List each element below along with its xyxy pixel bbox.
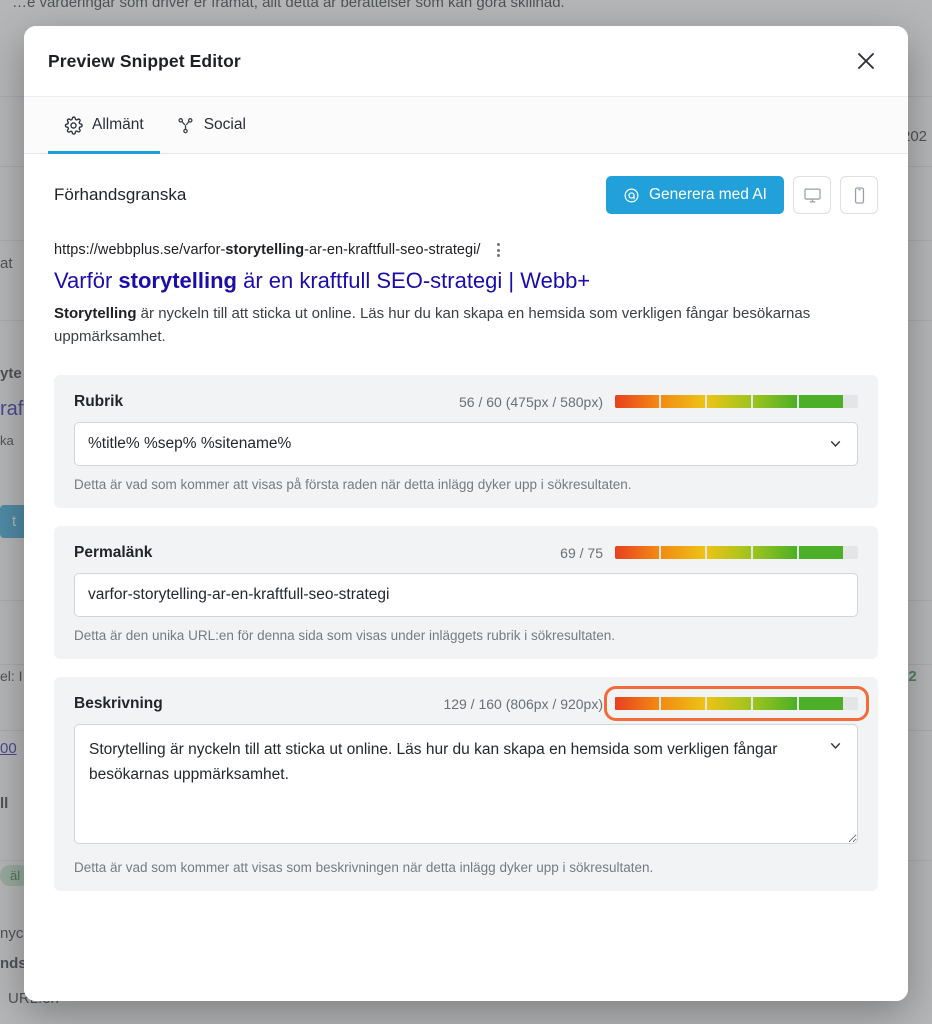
- snippet-url-suffix: -ar-en-kraftfull-seo-strategi/: [304, 242, 481, 258]
- score-segment: [799, 546, 843, 560]
- page-title: Preview Snippet Editor: [48, 50, 241, 71]
- snippet-url-row: https://webbplus.se/varfor-storytelling-…: [54, 240, 878, 260]
- generate-with-ai-label: Generera med AI: [648, 186, 767, 203]
- score-segment: [615, 546, 659, 560]
- snippet-description: Storytelling är nyckeln till att sticka …: [54, 302, 844, 349]
- score-segment: [615, 697, 659, 711]
- preview-header-row: Förhandsgranska Generera med AI: [54, 176, 878, 214]
- score-segment-empty: [845, 546, 858, 560]
- score-segment: [707, 395, 751, 409]
- snippet-title-keyword: storytelling: [118, 268, 237, 293]
- tab-allmant[interactable]: Allmänt: [48, 97, 160, 154]
- score-segment: [661, 546, 705, 560]
- score-segment: [661, 697, 705, 711]
- score-segment: [661, 395, 705, 409]
- tab-active-indicator: [160, 151, 262, 154]
- kebab-menu-icon[interactable]: [493, 240, 504, 260]
- snippet-url: https://webbplus.se/varfor-storytelling-…: [54, 242, 481, 258]
- mobile-icon: [850, 186, 869, 205]
- score-segment: [615, 395, 659, 409]
- score-segment: [799, 697, 843, 711]
- field-label-beskrivning: Beskrivning: [74, 694, 163, 712]
- score-segment: [799, 395, 843, 409]
- snippet-url-prefix: https://webbplus.se/varfor-: [54, 242, 226, 258]
- permalank-input[interactable]: [74, 572, 858, 617]
- field-help-rubrik: Detta är vad som kommer att visas på för…: [74, 476, 632, 492]
- snippet-title-prefix: Varför: [54, 268, 119, 293]
- field-counter-permalank: 69 / 75: [560, 544, 603, 561]
- score-bar-rubrik: [615, 395, 858, 409]
- preview-heading: Förhandsgranska: [54, 185, 187, 204]
- field-card-permalank: Permalänk 69 / 75 Detta är den unika URL…: [54, 525, 878, 659]
- share-nodes-icon: [176, 116, 195, 135]
- tab-label: Allmänt: [92, 116, 144, 133]
- ai-sparkle-icon: [623, 187, 640, 204]
- score-segment: [753, 546, 797, 560]
- tab-social[interactable]: Social: [160, 97, 262, 153]
- field-header: Rubrik 56 / 60 (475px / 580px): [74, 393, 858, 411]
- close-icon[interactable]: [846, 41, 886, 81]
- modal-header: Preview Snippet Editor: [24, 26, 908, 96]
- field-card-rubrik: Rubrik 56 / 60 (475px / 580px) Detta är …: [54, 374, 878, 508]
- preview-snippet-editor-modal: Preview Snippet Editor Allmänt Social Fö…: [24, 26, 908, 1001]
- desktop-icon: [803, 186, 822, 205]
- score-segment: [753, 697, 797, 711]
- score-bar-permalank: [615, 546, 858, 560]
- score-segment-empty: [845, 697, 858, 711]
- tab-label: Social: [203, 116, 246, 133]
- mobile-preview-button[interactable]: [840, 176, 878, 214]
- snippet-title[interactable]: Varför storytelling är en kraftfull SEO-…: [54, 267, 878, 296]
- field-card-beskrivning: Beskrivning 129 / 160 (806px / 920px) St…: [54, 676, 878, 891]
- score-segment: [707, 697, 751, 711]
- field-header: Beskrivning 129 / 160 (806px / 920px): [74, 686, 869, 722]
- gear-icon: [64, 115, 83, 135]
- score-segment: [707, 546, 751, 560]
- field-help-permalank: Detta är den unika URL:en för denna sida…: [74, 627, 616, 643]
- modal-tabs: Allmänt Social: [24, 96, 908, 154]
- field-counter-beskrivning: 129 / 160 (806px / 920px): [443, 695, 603, 712]
- snippet-description-rest: är nyckeln till att sticka ut online. Lä…: [54, 304, 811, 346]
- desktop-preview-button[interactable]: [793, 176, 831, 214]
- snippet-title-suffix: är en kraftfull SEO-strategi | Webb+: [236, 268, 591, 293]
- generate-with-ai-button[interactable]: Generera med AI: [605, 176, 784, 214]
- score-segment-empty: [845, 395, 858, 409]
- field-counter-rubrik: 56 / 60 (475px / 580px): [459, 393, 603, 410]
- score-bar-beskrivning: [604, 686, 869, 722]
- field-help-beskrivning: Detta är vad som kommer att visas som be…: [74, 859, 654, 875]
- snippet-url-keyword: storytelling: [225, 242, 305, 258]
- rubrik-input[interactable]: [74, 421, 858, 466]
- tab-active-indicator: [48, 151, 160, 154]
- snippet-description-keyword: Storytelling: [54, 304, 137, 322]
- score-segment: [753, 395, 797, 409]
- search-result-preview: https://webbplus.se/varfor-storytelling-…: [54, 240, 878, 349]
- field-header: Permalänk 69 / 75: [74, 544, 858, 562]
- field-label-rubrik: Rubrik: [74, 392, 124, 410]
- modal-body: Förhandsgranska Generera med AI https://…: [24, 154, 908, 1001]
- field-label-permalank: Permalänk: [74, 543, 153, 561]
- beskrivning-textarea[interactable]: Storytelling är nyckeln till att sticka …: [74, 723, 858, 844]
